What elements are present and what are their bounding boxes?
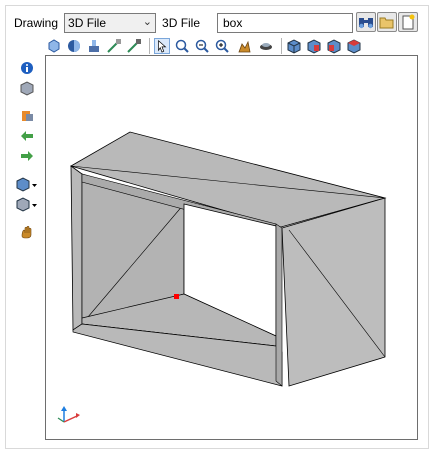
pan-icon[interactable]: [236, 38, 252, 54]
sphere-icon[interactable]: [66, 38, 82, 54]
view-dropdown-icon[interactable]: [15, 176, 39, 192]
drawing-row: Drawing 3D File ⌄ 3D File: [14, 12, 200, 34]
arrow-left-icon[interactable]: [19, 128, 35, 144]
zoom-in-icon[interactable]: [214, 38, 230, 54]
file-name-value: box: [223, 16, 243, 30]
toolbar-separator: [281, 38, 282, 54]
find-button[interactable]: [356, 12, 376, 32]
front-view-icon[interactable]: [306, 38, 322, 54]
collapse-icon[interactable]: [126, 38, 142, 54]
new-button[interactable]: [398, 12, 418, 32]
assembly-icon[interactable]: [86, 38, 102, 54]
file-name-input[interactable]: box: [217, 13, 353, 33]
chevron-down-icon: ⌄: [142, 16, 153, 28]
drawing-select[interactable]: 3D File ⌄: [64, 13, 157, 33]
info-icon[interactable]: [19, 60, 35, 76]
open-button[interactable]: [377, 12, 397, 32]
binoculars-icon: [359, 18, 373, 29]
top-view-icon[interactable]: [346, 38, 362, 54]
cube-icon[interactable]: [19, 80, 35, 96]
zoom-out-icon[interactable]: [194, 38, 210, 54]
drawing-select-value: 3D File: [68, 16, 107, 30]
toolbar-separator: [149, 38, 150, 54]
3d-viewport[interactable]: [45, 55, 418, 440]
arrow-right-icon[interactable]: [19, 148, 35, 164]
zoom-window-icon[interactable]: [174, 38, 190, 54]
select-arrow-icon[interactable]: [154, 38, 170, 54]
selection-marker: [174, 294, 179, 299]
rotate-icon[interactable]: [258, 38, 274, 54]
file-label: 3D File: [162, 16, 201, 30]
explode-icon[interactable]: [106, 38, 122, 54]
new-document-icon: [402, 14, 415, 30]
hand-icon[interactable]: [19, 224, 35, 240]
drawing-label: Drawing: [14, 16, 59, 30]
paint-icon[interactable]: [19, 108, 35, 124]
axis-triad-icon: [57, 406, 80, 423]
shade-icon[interactable]: [46, 38, 62, 54]
box-model: [57, 131, 387, 423]
shade-dropdown-icon[interactable]: [15, 196, 39, 212]
side-view-icon[interactable]: [326, 38, 342, 54]
folder-open-icon: [379, 17, 394, 29]
cube-view-icon[interactable]: [286, 38, 302, 54]
